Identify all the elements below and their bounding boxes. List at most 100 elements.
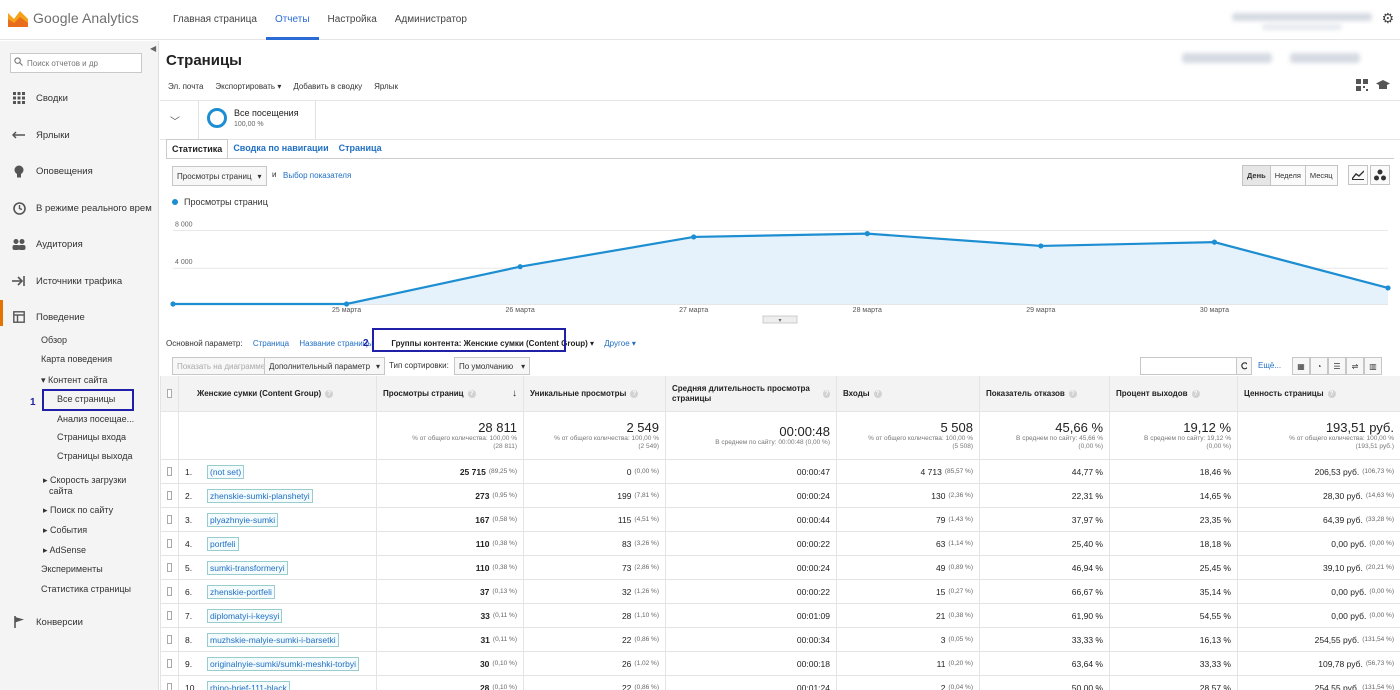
sidebar-item-behavior[interactable]: Поведение: [0, 307, 158, 327]
row-checkbox[interactable]: [167, 491, 172, 500]
row-checkbox-cell[interactable]: [160, 676, 178, 690]
period-week-button[interactable]: Неделя: [1270, 166, 1306, 185]
row-checkbox-cell[interactable]: [160, 628, 178, 651]
table-search-button[interactable]: [1236, 357, 1252, 375]
help-icon[interactable]: ?: [823, 389, 830, 398]
account-info-blurred[interactable]: [1232, 13, 1372, 21]
content-group-link[interactable]: rhino-brief-111-black: [207, 680, 290, 690]
sidebar-item-realtime[interactable]: В режиме реального врем: [0, 198, 158, 218]
help-icon[interactable]: ?: [1068, 389, 1077, 398]
row-checkbox[interactable]: [167, 635, 172, 644]
chart-point[interactable]: [170, 301, 176, 307]
header-page-value[interactable]: Ценность страницы?: [1237, 376, 1400, 411]
tab-explorer[interactable]: Статистика: [166, 139, 229, 159]
education-icon[interactable]: [1376, 79, 1390, 91]
content-group-link[interactable]: (not set): [207, 464, 245, 479]
content-group-link[interactable]: sumki-transformeryi: [207, 560, 288, 575]
date-range-blurred[interactable]: [1182, 53, 1272, 63]
sidebar-item-traffic-sources[interactable]: Источники трафика: [0, 271, 158, 291]
header-exit-rate[interactable]: Процент выходов?: [1109, 376, 1237, 411]
help-icon[interactable]: ?: [1327, 389, 1336, 398]
sidebar-sub-behavior-map[interactable]: Карта поведения: [41, 354, 112, 364]
content-group-link[interactable]: muzhskie-malyie-sumki-i-barsetki: [207, 632, 339, 647]
dimension-page-link[interactable]: Страница: [253, 339, 289, 348]
sidebar-sub-overview[interactable]: Обзор: [41, 335, 67, 345]
sidebar-search-input[interactable]: [10, 53, 142, 73]
header-unique-pageviews[interactable]: Уникальные просмотры?: [523, 376, 665, 411]
row-checkbox-cell[interactable]: [160, 484, 178, 507]
header-pageviews[interactable]: Просмотры страниц? ↓: [376, 376, 523, 411]
row-checkbox-cell[interactable]: [160, 652, 178, 675]
chart-point[interactable]: [691, 234, 697, 240]
qr-grid-icon[interactable]: [1356, 79, 1368, 91]
sidebar-sub-content-drilldown[interactable]: Анализ посещае...: [57, 414, 134, 424]
select-metric-link[interactable]: Выбор показателя: [283, 171, 351, 180]
row-checkbox[interactable]: [167, 539, 172, 548]
help-icon[interactable]: ?: [1191, 389, 1200, 398]
sidebar-sub-experiments[interactable]: Эксперименты: [41, 564, 103, 574]
table-search-input[interactable]: [1140, 357, 1238, 375]
sidebar-item-conversions[interactable]: Конверсии: [0, 612, 158, 632]
nav-tab-customization[interactable]: Настройка: [319, 0, 386, 40]
date-range-end-blurred[interactable]: [1290, 53, 1360, 63]
sidebar-sub-site-content[interactable]: ▾ Контент сайта: [41, 375, 107, 386]
export-button[interactable]: Экспортировать ▾: [215, 82, 281, 91]
sort-desc-icon[interactable]: ↓: [512, 388, 517, 399]
table-view-icon[interactable]: ▦: [1292, 357, 1310, 375]
dimension-other-link[interactable]: Другое ▾: [604, 339, 636, 348]
advanced-filter-link[interactable]: Ещё...: [1258, 361, 1281, 370]
content-group-link[interactable]: portfeli: [207, 536, 239, 551]
shortcut-button[interactable]: Ярлык: [374, 82, 398, 91]
period-day-button[interactable]: День: [1243, 166, 1271, 185]
sidebar-item-audience[interactable]: Аудитория: [0, 234, 158, 254]
sidebar-item-shortcuts[interactable]: Ярлыки: [0, 125, 158, 145]
row-checkbox-cell[interactable]: [160, 460, 178, 483]
comparison-view-icon[interactable]: ⇌: [1346, 357, 1364, 375]
row-checkbox[interactable]: [167, 659, 172, 668]
sidebar-sub-exit-pages[interactable]: Страницы выхода: [57, 451, 132, 461]
content-group-link[interactable]: zhenskie-sumki-planshetyi: [207, 488, 313, 503]
nav-tab-reports[interactable]: Отчеты: [265, 0, 319, 40]
tab-navigation-summary[interactable]: Сводка по навигации: [228, 139, 333, 159]
sidebar-sub-site-search[interactable]: ▸ Поиск по сайту: [43, 505, 113, 516]
header-entrances[interactable]: Входы?: [836, 376, 979, 411]
nav-tab-home[interactable]: Главная страница: [164, 0, 266, 40]
performance-view-icon[interactable]: ☰: [1328, 357, 1346, 375]
metric-selector[interactable]: Просмотры страниц ▾: [172, 166, 267, 186]
row-checkbox-cell[interactable]: [160, 532, 178, 555]
chart-point[interactable]: [1038, 243, 1044, 249]
help-icon[interactable]: ?: [630, 389, 639, 398]
row-checkbox-cell[interactable]: [160, 604, 178, 627]
chart-point[interactable]: [864, 231, 870, 237]
row-checkbox[interactable]: [167, 611, 172, 620]
content-group-link[interactable]: originalnyie-sumki/sumki-meshki-torbyi: [207, 656, 359, 671]
sidebar-sub-landing-pages[interactable]: Страницы входа: [57, 432, 126, 442]
header-bounce-rate[interactable]: Показатель отказов?: [979, 376, 1109, 411]
email-button[interactable]: Эл. почта: [168, 82, 203, 91]
sort-type-dropdown[interactable]: По умолчанию ▾: [454, 357, 531, 375]
secondary-dimension-dropdown[interactable]: Дополнительный параметр ▾: [264, 357, 386, 375]
motion-chart-icon[interactable]: [1370, 165, 1390, 185]
period-month-button[interactable]: Месяц: [1305, 166, 1337, 185]
chart-point[interactable]: [1385, 285, 1391, 291]
help-icon[interactable]: ?: [325, 389, 334, 398]
line-chart-icon[interactable]: [1348, 165, 1368, 185]
row-checkbox[interactable]: [167, 587, 172, 596]
tab-in-page[interactable]: Страница: [334, 139, 387, 159]
sidebar-item-alerts[interactable]: Оповещения: [0, 161, 158, 181]
help-icon[interactable]: ?: [467, 389, 476, 398]
nav-tab-admin[interactable]: Администратор: [386, 0, 476, 40]
chart-point[interactable]: [517, 264, 523, 270]
row-checkbox[interactable]: [167, 467, 172, 476]
segment-all-sessions[interactable]: Все посещения 100,00 %: [198, 101, 316, 139]
header-avg-time[interactable]: Средняя длительность просмотра страницы?: [665, 376, 836, 411]
pivot-view-icon[interactable]: ▥: [1364, 357, 1382, 375]
row-checkbox[interactable]: [167, 515, 172, 524]
sidebar-sub-events[interactable]: ▸ События: [43, 525, 87, 536]
sidebar-sub-adsense[interactable]: ▸ AdSense: [43, 545, 86, 556]
add-to-dashboard-button[interactable]: Добавить в сводку: [293, 82, 362, 91]
google-analytics-logo[interactable]: Google Analytics: [8, 9, 139, 27]
chart-point[interactable]: [1211, 239, 1218, 245]
chevron-down-icon[interactable]: ﹀: [170, 113, 180, 128]
content-group-link[interactable]: diplomatyi-i-keysyi: [207, 608, 283, 623]
